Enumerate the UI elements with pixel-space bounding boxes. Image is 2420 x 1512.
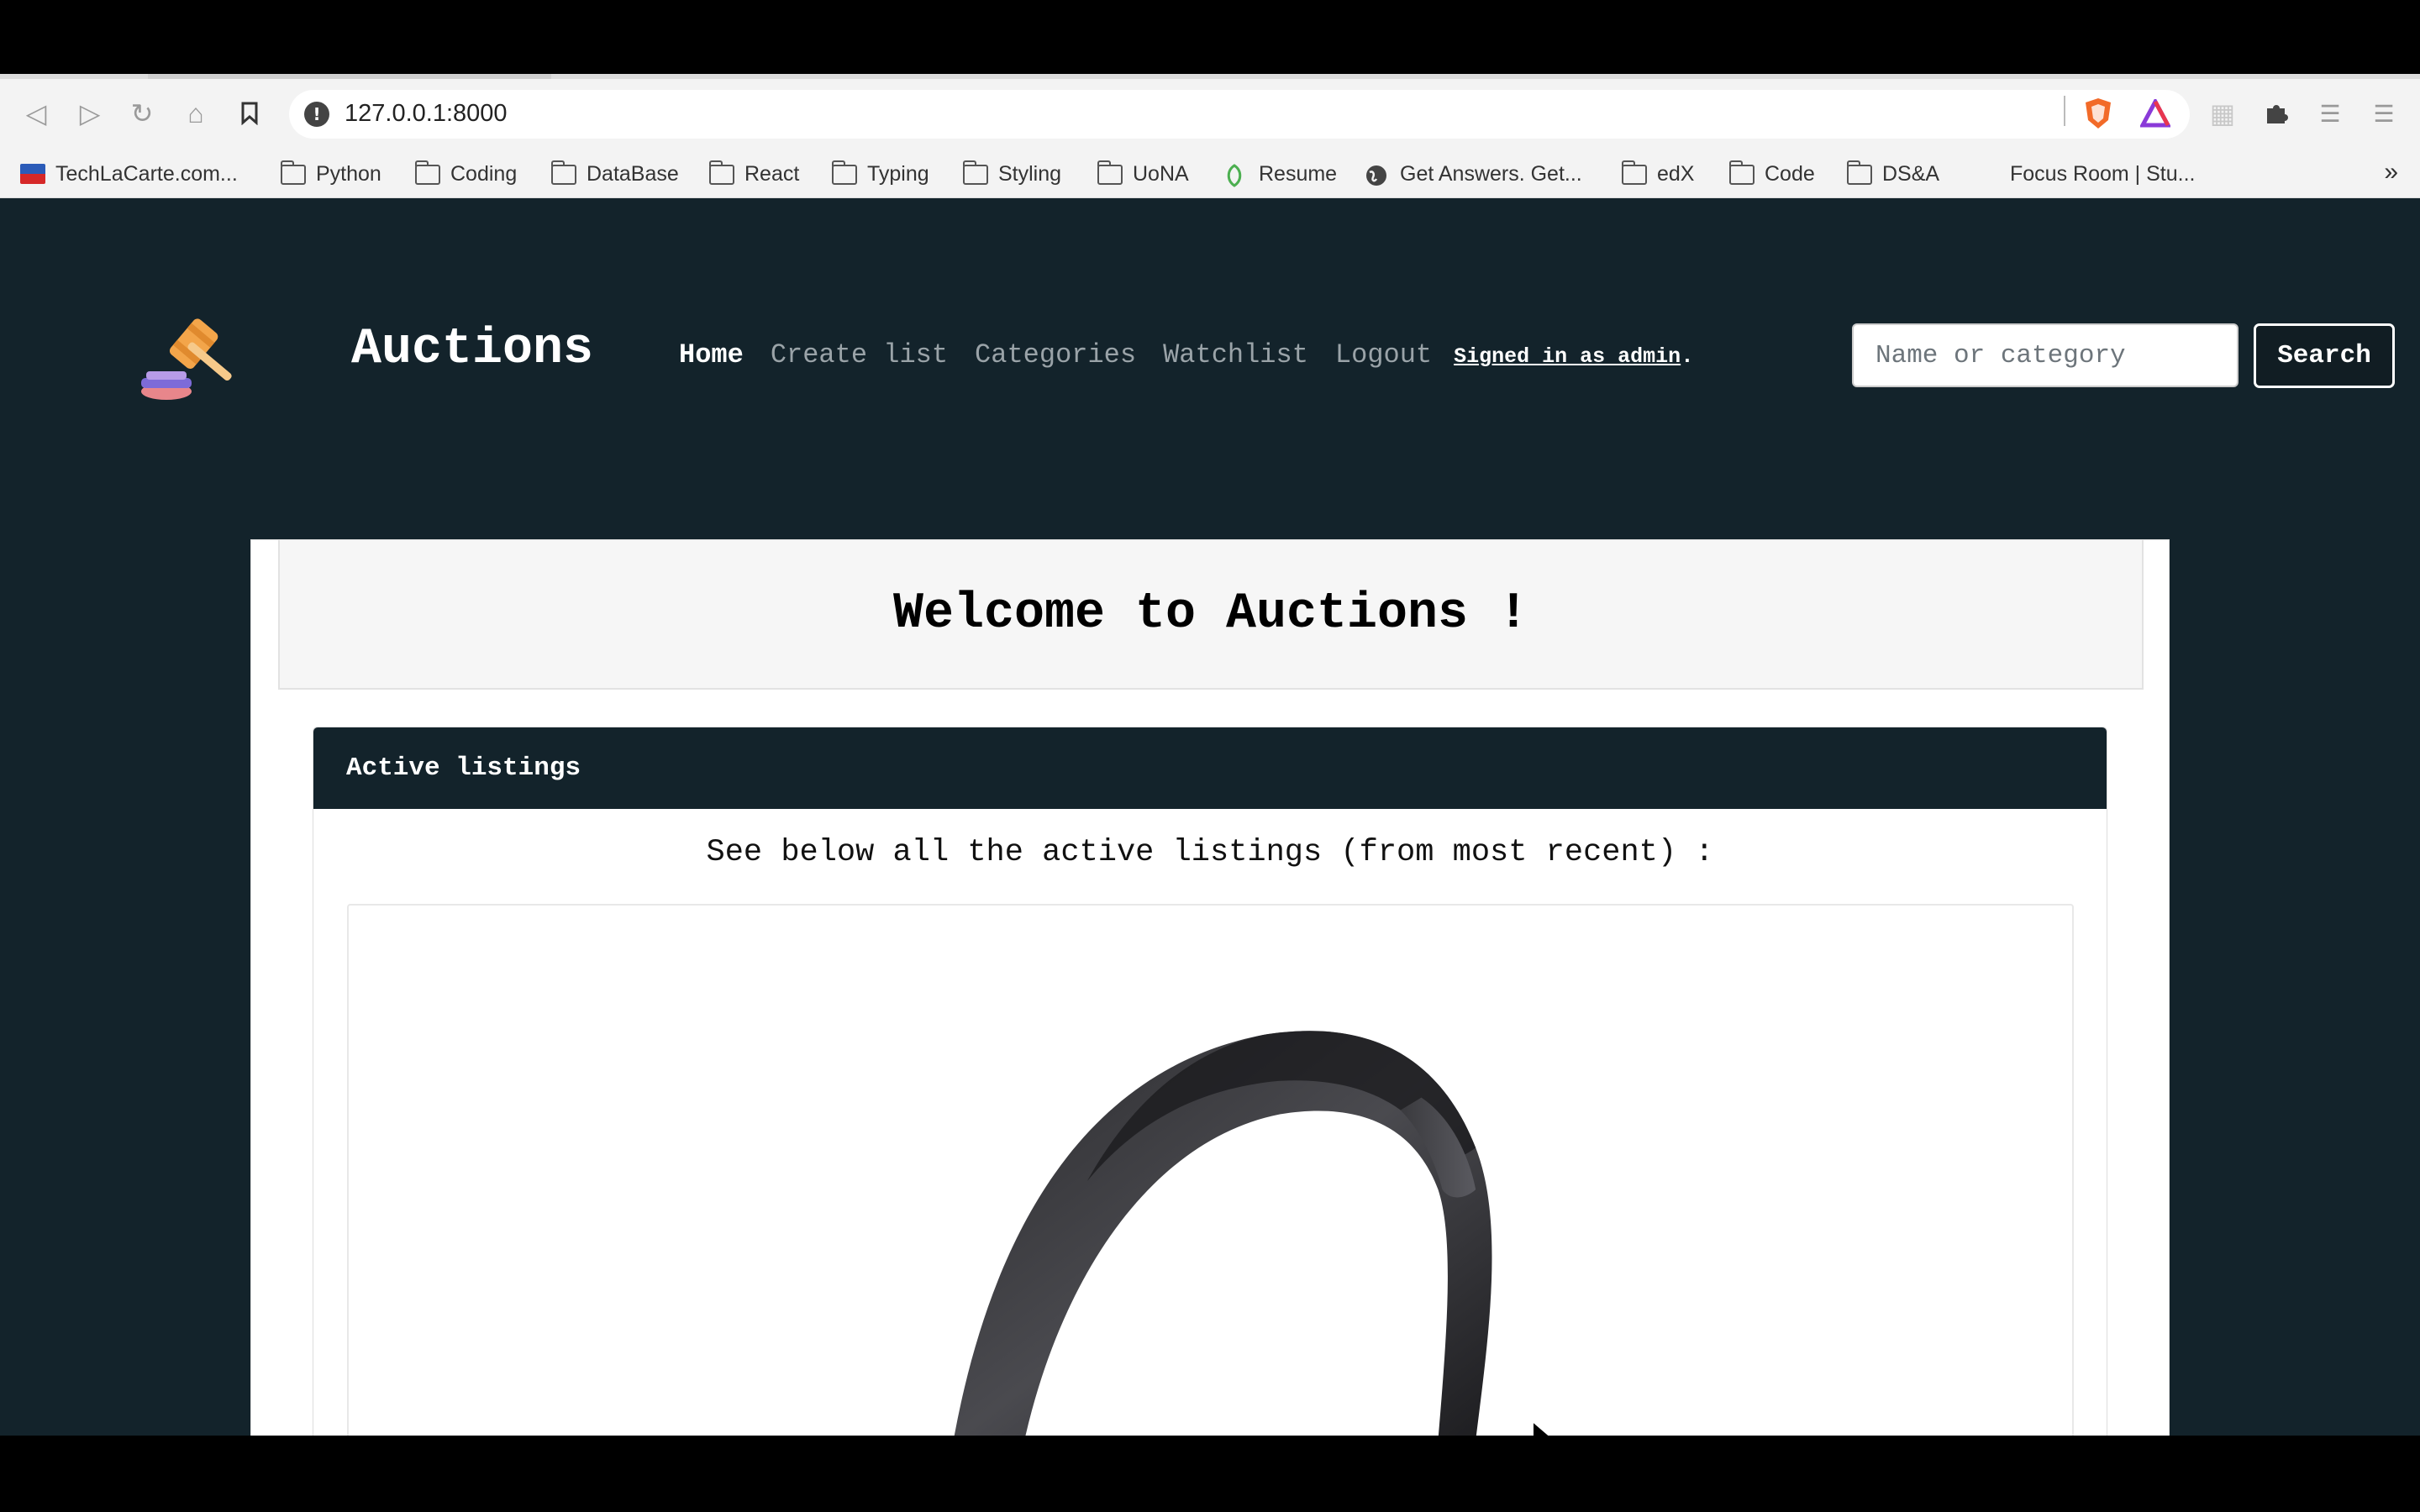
- flag-icon: [20, 164, 45, 184]
- main-nav: Home Create list Categories Watchlist Lo…: [679, 339, 1694, 370]
- bookmark-label: DataBase: [587, 161, 679, 186]
- bookmark-icon[interactable]: [229, 92, 271, 134]
- bookmark-item[interactable]: Focus Room | Stu...: [2010, 157, 2195, 191]
- toolbar-divider: [2064, 96, 2065, 126]
- folder-icon: [551, 160, 576, 185]
- bookmark-folder[interactable]: DataBase: [551, 157, 679, 191]
- forward-icon[interactable]: ▷: [69, 92, 111, 134]
- signed-in-status: Signed in as admin: [1454, 344, 1681, 369]
- folder-icon: [1847, 160, 1872, 185]
- reload-icon[interactable]: ↻: [121, 92, 163, 134]
- screen-bottom-bar: [0, 1436, 2420, 1512]
- main-content-card: Welcome to Auctions ! Active listings Se…: [250, 539, 2170, 1436]
- extension-icon[interactable]: ▦: [2202, 92, 2244, 134]
- brave-rewards-icon[interactable]: [2134, 92, 2176, 134]
- listings-intro: See below all the active listings (from …: [706, 835, 1714, 870]
- folder-icon: [1622, 160, 1647, 185]
- folder-icon: [1097, 160, 1123, 185]
- page-title: Welcome to Auctions !: [892, 585, 1529, 643]
- nav-create-list[interactable]: Create list: [771, 339, 948, 370]
- bookmark-folder[interactable]: DS&A: [1847, 157, 1939, 191]
- leaf-icon: [1223, 164, 1249, 187]
- active-listings-card: Active listings See below all the active…: [313, 727, 2107, 1436]
- home-icon[interactable]: ⌂: [175, 92, 217, 134]
- bookmark-label: UoNA: [1133, 161, 1189, 186]
- folder-icon: [1729, 160, 1754, 185]
- bookmark-folder[interactable]: Typing: [832, 157, 929, 191]
- page-viewport: Auctions Home Create list Categories Wat…: [0, 198, 2420, 1436]
- nav-home[interactable]: Home: [679, 339, 744, 370]
- puzzle-icon[interactable]: [2255, 92, 2297, 134]
- bookmark-folder[interactable]: React: [709, 157, 799, 191]
- gavel-logo-icon[interactable]: [138, 311, 239, 403]
- bookmark-label: Typing: [867, 161, 929, 186]
- folder-icon: [709, 160, 734, 185]
- bookmark-label: TechLaCarte.com...: [55, 161, 238, 186]
- folder-icon: [415, 160, 440, 185]
- bookmark-folder[interactable]: Styling: [963, 157, 1061, 191]
- bookmark-label: Get Answers. Get...: [1400, 161, 1582, 186]
- back-icon[interactable]: ◁: [15, 92, 57, 134]
- bookmark-folder[interactable]: Code: [1729, 157, 1815, 191]
- bookmark-folder[interactable]: Coding: [415, 157, 517, 191]
- bookmark-label: DS&A: [1882, 161, 1940, 186]
- nav-watchlist[interactable]: Watchlist: [1163, 339, 1308, 370]
- search-button[interactable]: Search: [2254, 323, 2395, 388]
- folder-icon: [281, 160, 306, 185]
- bookmark-folder[interactable]: Python: [281, 157, 381, 191]
- listing-item[interactable]: [347, 904, 2074, 1436]
- site-info-icon[interactable]: !: [304, 102, 329, 127]
- listings-header: Active listings: [313, 727, 2107, 809]
- signed-in-period: .: [1681, 344, 1694, 369]
- bookmarks-bar: TechLaCarte.com... Python Coding DataBas…: [0, 150, 2420, 198]
- bookmark-item[interactable]: Resume: [1223, 157, 1337, 191]
- folder-icon: [832, 160, 857, 185]
- bookmarks-overflow-button[interactable]: »: [2384, 158, 2398, 186]
- globe-icon: [1365, 164, 1390, 186]
- bookmark-item[interactable]: Get Answers. Get...: [1365, 157, 1582, 191]
- bookmark-label: Styling: [998, 161, 1062, 186]
- bookmark-label: edX: [1657, 161, 1695, 186]
- mouse-cursor-icon: [1532, 1420, 1551, 1436]
- nav-logout[interactable]: Logout: [1335, 339, 1432, 370]
- nav-categories[interactable]: Categories: [975, 339, 1136, 370]
- headphones-image[interactable]: [349, 906, 2072, 1436]
- folder-icon: [963, 160, 988, 185]
- address-bar[interactable]: ! 127.0.0.1:8000: [289, 90, 2190, 139]
- screen-top-bar: [0, 0, 2420, 74]
- bookmark-folder[interactable]: UoNA: [1097, 157, 1189, 191]
- welcome-banner: Welcome to Auctions !: [278, 540, 2144, 690]
- browser-toolbar: ◁ ▷ ↻ ⌂ ! 127.0.0.1:8000 ▦ ☰ ☰: [0, 79, 2420, 150]
- menu-icon[interactable]: ☰: [2363, 92, 2405, 134]
- bookmark-label: Coding: [450, 161, 518, 186]
- address-text[interactable]: 127.0.0.1:8000: [345, 100, 508, 128]
- bookmark-label: React: [744, 161, 800, 186]
- bookmark-label: Python: [316, 161, 381, 186]
- bookmark-item[interactable]: TechLaCarte.com...: [20, 157, 238, 191]
- search-input[interactable]: [1852, 323, 2238, 387]
- bookmark-folder[interactable]: edX: [1622, 157, 1694, 191]
- bookmark-label: Focus Room | Stu...: [2010, 161, 2196, 186]
- brave-shield-icon[interactable]: [2077, 92, 2119, 134]
- bookmark-label: Code: [1765, 161, 1815, 186]
- media-list-icon[interactable]: ☰: [2309, 92, 2351, 134]
- bookmark-label: Resume: [1259, 161, 1338, 186]
- site-brand[interactable]: Auctions: [351, 321, 593, 378]
